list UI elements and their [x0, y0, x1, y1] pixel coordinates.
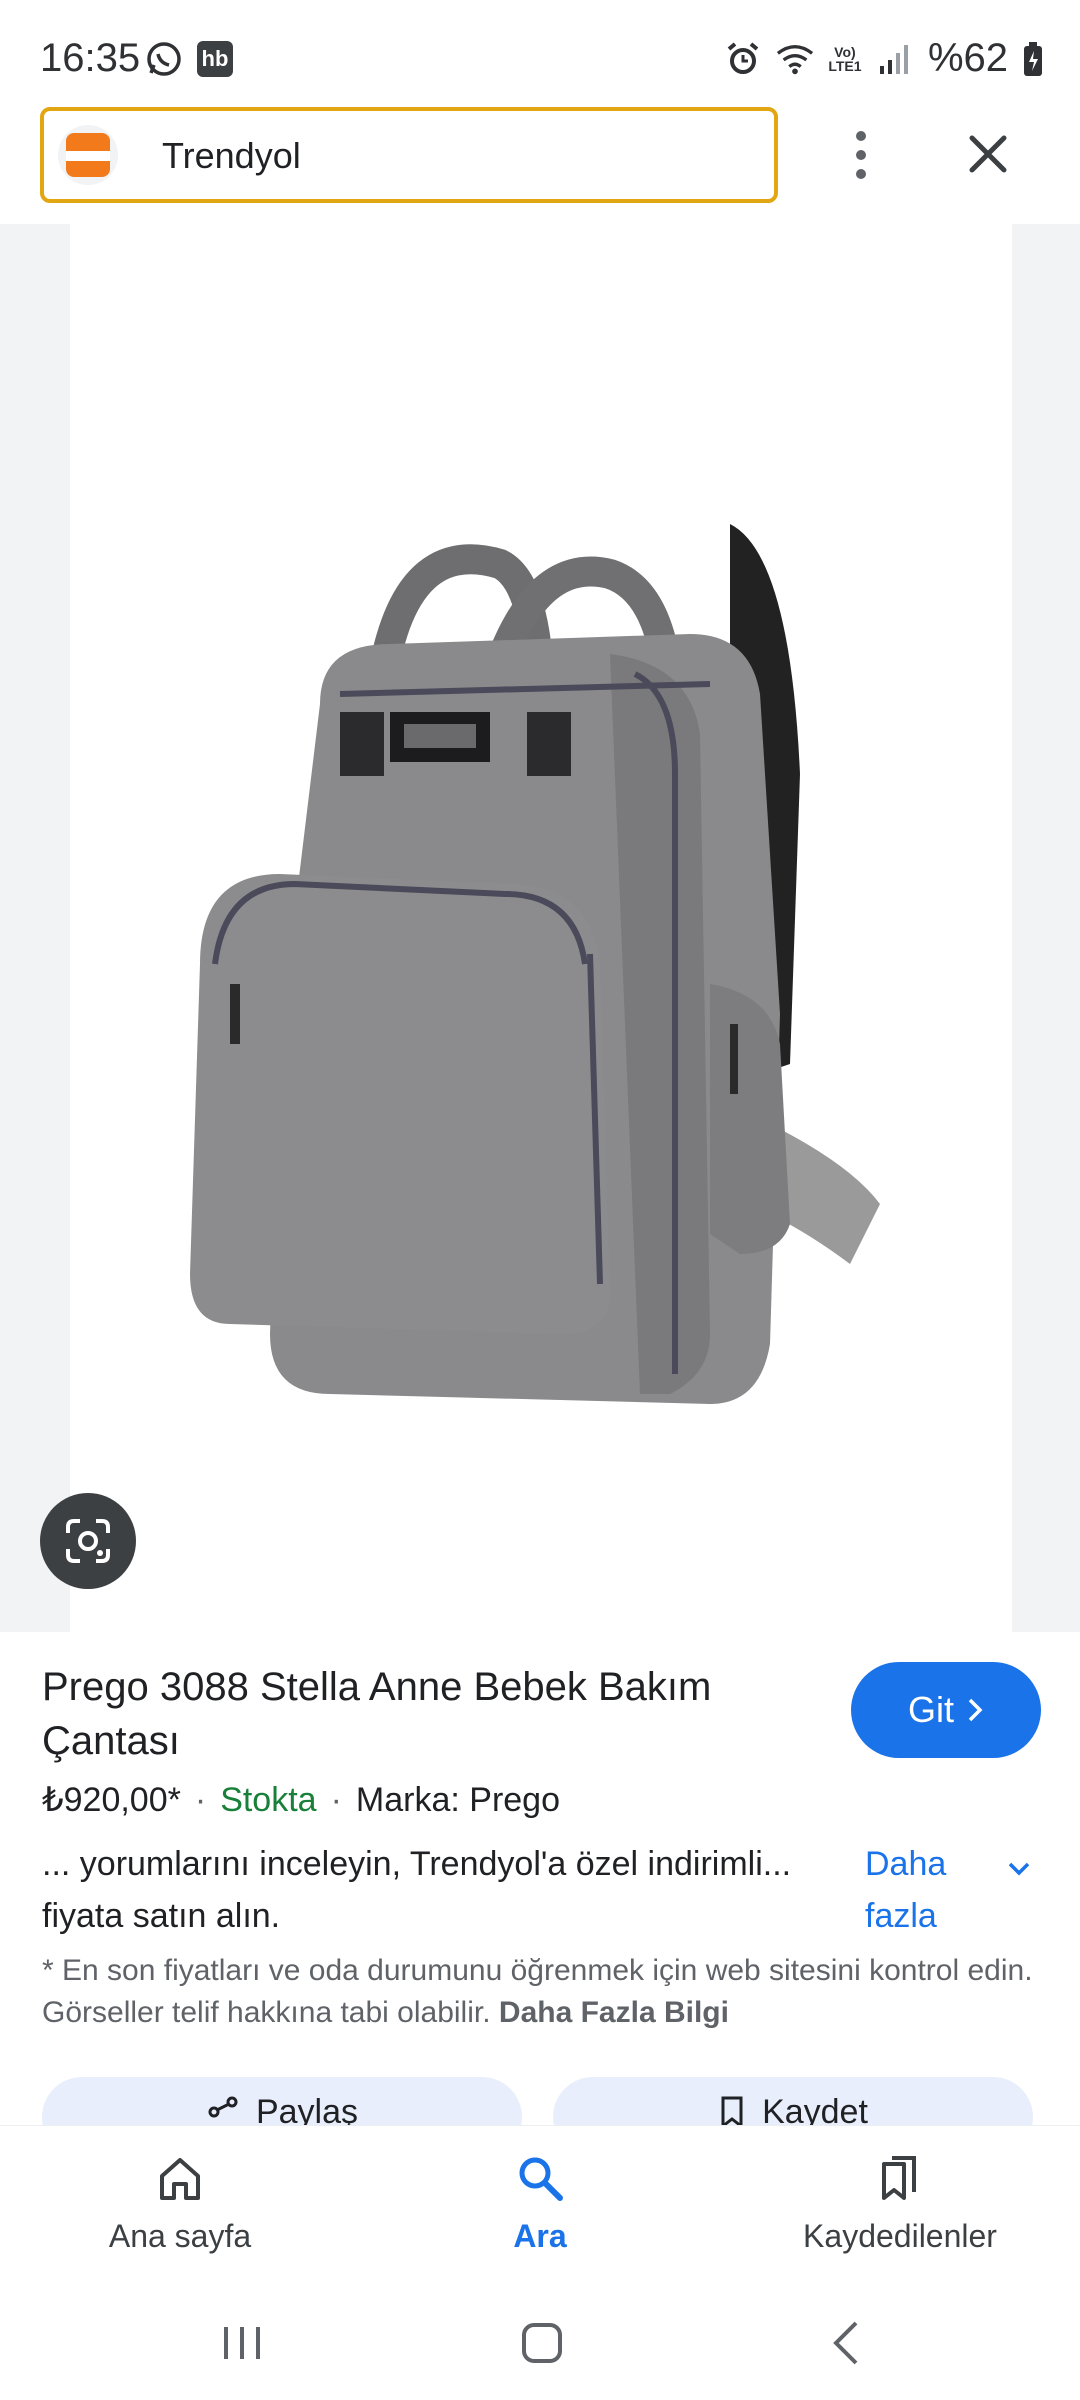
back-icon	[833, 2321, 858, 2365]
address-bar[interactable]: Trendyol	[40, 107, 778, 203]
home-icon	[160, 2158, 200, 2200]
notification-icons: hb	[145, 40, 233, 78]
price-line: ₺920,00* · Stokta · Marka: Prego	[42, 1780, 560, 1820]
chevron-down-icon[interactable]	[1002, 1852, 1036, 1886]
close-button[interactable]	[960, 126, 1016, 182]
system-status-icons: Vo) LTE1 %62	[724, 36, 1044, 81]
search-icon	[519, 2157, 563, 2201]
back-button[interactable]	[818, 2315, 878, 2371]
nav-home[interactable]: Ana sayfa	[30, 2152, 330, 2255]
backpack-image	[190, 524, 880, 1404]
status-bar: 16:35 hb Vo) LTE1 %62	[0, 0, 1080, 110]
separator: ·	[194, 1780, 207, 1819]
product-image	[70, 224, 1012, 1632]
site-name: Trendyol	[162, 135, 301, 176]
system-navigation-bar	[0, 2285, 1080, 2400]
battery-level: %62	[927, 36, 1008, 80]
bottom-navigation: Ana sayfa Ara Kaydedilenler	[0, 2125, 1080, 2285]
alarm-icon	[724, 40, 762, 78]
recent-apps-button[interactable]	[212, 2315, 272, 2371]
wifi-icon	[776, 40, 814, 78]
whatsapp-icon	[145, 40, 183, 78]
separator: ·	[330, 1780, 342, 1819]
nav-saved[interactable]: Kaydedilenler	[750, 2152, 1050, 2255]
battery-icon	[1022, 40, 1044, 78]
disclaimer: * En son fiyatları ve oda durumunu öğren…	[42, 1950, 1042, 2034]
lens-icon	[66, 1519, 110, 1563]
volte-icon: Vo) LTE1	[828, 43, 862, 74]
signal-icon	[876, 40, 914, 78]
google-lens-button[interactable]	[40, 1493, 136, 1589]
product-image-area[interactable]	[0, 224, 1080, 1632]
stock-status: Stokta	[220, 1780, 317, 1819]
bookmark-icon	[721, 2096, 743, 2129]
chevron-right-icon	[968, 1698, 983, 1722]
status-time: 16:35	[40, 36, 141, 80]
brand: Marka: Prego	[355, 1780, 560, 1819]
home-square-icon	[522, 2323, 562, 2363]
share-icon	[208, 2096, 238, 2118]
product-title[interactable]: Prego 3088 Stella Anne Bebek Bakım Çanta…	[42, 1660, 802, 1768]
close-icon	[969, 135, 1007, 173]
nav-home-label: Ana sayfa	[108, 2218, 252, 2254]
nav-saved-label: Kaydedilenler	[803, 2218, 997, 2254]
price: ₺920,00*	[42, 1781, 181, 1819]
nav-search-label: Ara	[513, 2218, 567, 2254]
go-button[interactable]: Git	[851, 1662, 1041, 1758]
more-options-button[interactable]	[836, 120, 886, 190]
nav-search[interactable]: Ara	[390, 2152, 690, 2255]
recent-apps-icon	[224, 2327, 260, 2359]
bookmarks-icon	[882, 2156, 916, 2200]
home-system-button[interactable]	[512, 2315, 572, 2371]
more-link[interactable]: Daha fazla	[865, 1838, 985, 1942]
learn-more-link[interactable]: Daha Fazla Bilgi	[499, 1996, 729, 2029]
go-button-label: Git	[907, 1689, 954, 1730]
product-description: ... yorumlarını inceleyin, Trendyol'a öz…	[42, 1845, 792, 1935]
trendyol-logo-icon	[58, 125, 118, 185]
hb-icon: hb	[197, 41, 233, 77]
